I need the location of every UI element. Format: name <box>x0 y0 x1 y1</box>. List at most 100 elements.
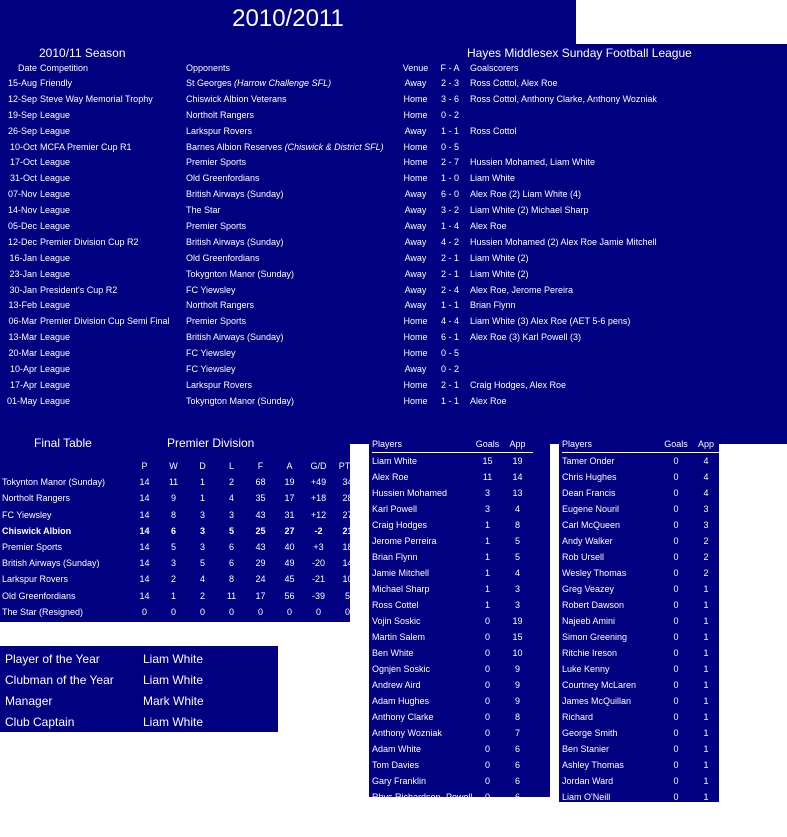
fixture-venue: Home <box>403 316 428 327</box>
player-goals: 0 <box>661 452 691 469</box>
fixture-date: 15-Aug <box>7 77 37 88</box>
player-goals: 0 <box>673 552 679 562</box>
team-stat-gd: -39 <box>311 590 325 601</box>
header-score: F - A <box>440 62 460 73</box>
team-stat-d: 3 <box>199 542 205 553</box>
player-apps: 10 <box>512 648 523 658</box>
fixture-row: 13-Mar League British Airways (Sunday) Home… <box>0 329 780 345</box>
players-table-left: Players Goals App Liam White 15 19 Alex Roe… <box>372 436 533 837</box>
fixture-goalscorers: Ross Cottol, Alex Roe <box>470 77 558 88</box>
player-name: Martin Salem <box>372 632 426 642</box>
team-stat-d: 5 <box>199 558 205 569</box>
fixture-competition: League <box>40 363 71 374</box>
league-table-row: Northolt Rangers 14 9 1 4 35 17 +18 28 <box>2 490 362 506</box>
opponent-name: Tokyngton Manor (Sunday) <box>186 395 295 406</box>
fixture-goalscorers <box>470 361 780 377</box>
team-stat-w: 5 <box>170 542 176 553</box>
player-apps: 6 <box>515 792 521 802</box>
fixture-competition: League <box>40 173 71 184</box>
league-table-row: Tokynton Manor (Sunday) 14 11 1 2 68 19 +49 34 <box>2 474 362 490</box>
player-name: Anthony Clarke <box>372 712 434 722</box>
fixture-date: 26-Sep <box>7 125 37 136</box>
team-stat-f: 29 <box>255 558 266 569</box>
player-row: Brian Flynn 1 5 <box>372 549 533 565</box>
fixture-date: 07-Nov <box>7 189 37 200</box>
fixture-row: 16-Jan League Old Greenfordians Away 2 - 1 Li… <box>0 250 780 266</box>
team-stat-w: 11 <box>168 477 179 488</box>
team-stat-d: 4 <box>199 574 205 585</box>
team-stat-f: 17 <box>255 590 266 601</box>
team-stat-f: 0 <box>257 606 263 617</box>
fixture-opponents: Barnes Albion Reserves (Chiswick & Distr… <box>186 139 401 155</box>
fixture-competition: League <box>40 395 71 406</box>
fixture-date: 17-Oct <box>9 157 37 168</box>
fixture-row: 20-Mar League FC Yiewsley Home 0 - 5 <box>0 345 780 361</box>
player-apps: 9 <box>515 664 521 674</box>
player-name: Ognjen Soskic <box>372 664 431 674</box>
player-name: James McQuillan <box>562 696 632 706</box>
fixture-venue: Home <box>403 379 428 390</box>
fixture-goalscorers <box>470 139 780 155</box>
award-title: Player of the Year <box>5 651 100 666</box>
player-apps: 9 <box>515 696 521 706</box>
player-apps: 4 <box>703 488 709 498</box>
fixture-opponents: FC Yiewsley <box>186 282 401 298</box>
player-apps: 1 <box>703 600 709 610</box>
opponent-name: British Airways (Sunday) <box>186 332 284 343</box>
player-row: Liam O'Neill 0 1 <box>562 789 721 805</box>
player-goals: 0 <box>673 520 679 530</box>
team-stat-pts: 10 <box>342 574 353 585</box>
team-stat-pts: 34 <box>342 477 353 488</box>
fixture-row: 30-Jan President's Cup R2 FC Yiewsley Away 2… <box>0 282 780 298</box>
fixture-competition: President's Cup R2 <box>40 284 118 295</box>
player-name: Jamie Mitchell <box>372 568 430 578</box>
team-stat-p: 14 <box>139 493 150 504</box>
table-header-f: F <box>257 461 264 472</box>
header-venue: Venue <box>402 62 429 73</box>
player-name: Alex Roe <box>372 472 409 482</box>
season-label: 2010/11 Season <box>39 46 126 60</box>
fixture-goalscorers <box>470 345 780 361</box>
player-name: Brian Flynn <box>372 552 418 562</box>
fixture-competition: League <box>40 157 71 168</box>
player-apps: 9 <box>515 680 521 690</box>
player-apps: 1 <box>703 680 709 690</box>
fixture-venue: Home <box>403 109 428 120</box>
player-row: Craig Hodges 1 8 <box>372 517 533 533</box>
player-goals: 0 <box>673 792 679 802</box>
table-header-pts: PTS <box>338 461 357 472</box>
player-apps: 1 <box>703 648 709 658</box>
player-goals: 1 <box>485 520 491 530</box>
fixture-competition: League <box>40 205 71 216</box>
player-name: Adam White <box>372 744 422 754</box>
fixture-venue: Away <box>404 125 427 136</box>
fixture-row: 14-Nov League The Star Away 3 - 2 Liam White … <box>0 202 780 218</box>
fixture-score: 2 - 1 <box>440 252 459 263</box>
player-goals: 0 <box>485 824 491 834</box>
fixture-goalscorers: Liam White (2) <box>470 268 529 279</box>
fixture-venue: Away <box>404 363 427 374</box>
player-apps: 4 <box>703 472 709 482</box>
team-stat-w: 8 <box>170 509 176 520</box>
fixture-row: 19-Sep League Northolt Rangers Home 0 - 2 <box>0 107 780 123</box>
fixture-score: 2 - 4 <box>440 284 459 295</box>
team-stat-d: 1 <box>199 493 205 504</box>
award-row: Clubman of the Year Liam White <box>5 669 204 690</box>
opponent-name: The Star <box>186 205 221 216</box>
player-row: Carl McQueen 0 3 <box>562 517 721 533</box>
player-row: Greg Veazey 0 1 <box>562 581 721 597</box>
opponent-name: Old Greenfordians <box>186 173 260 184</box>
player-goals: 1 <box>485 568 491 578</box>
award-title: Clubman of the Year <box>5 672 114 687</box>
player-name: Adam Hughes <box>372 696 430 706</box>
team-stat-l: 6 <box>228 558 234 569</box>
team-stat-f: 68 <box>255 477 266 488</box>
player-apps: 5 <box>515 552 521 562</box>
player-row: Dani Rouco 0 4 <box>372 805 533 821</box>
player-row: Jerome Perreira 1 5 <box>372 533 533 549</box>
fixture-opponents: Chiswick Albion Veterans <box>186 91 401 107</box>
fixture-score: 3 - 2 <box>440 205 459 216</box>
player-row: Anthony Wozniak 0 7 <box>372 725 533 741</box>
team-stat-p: 14 <box>139 590 150 601</box>
player-goals: 0 <box>673 664 679 674</box>
